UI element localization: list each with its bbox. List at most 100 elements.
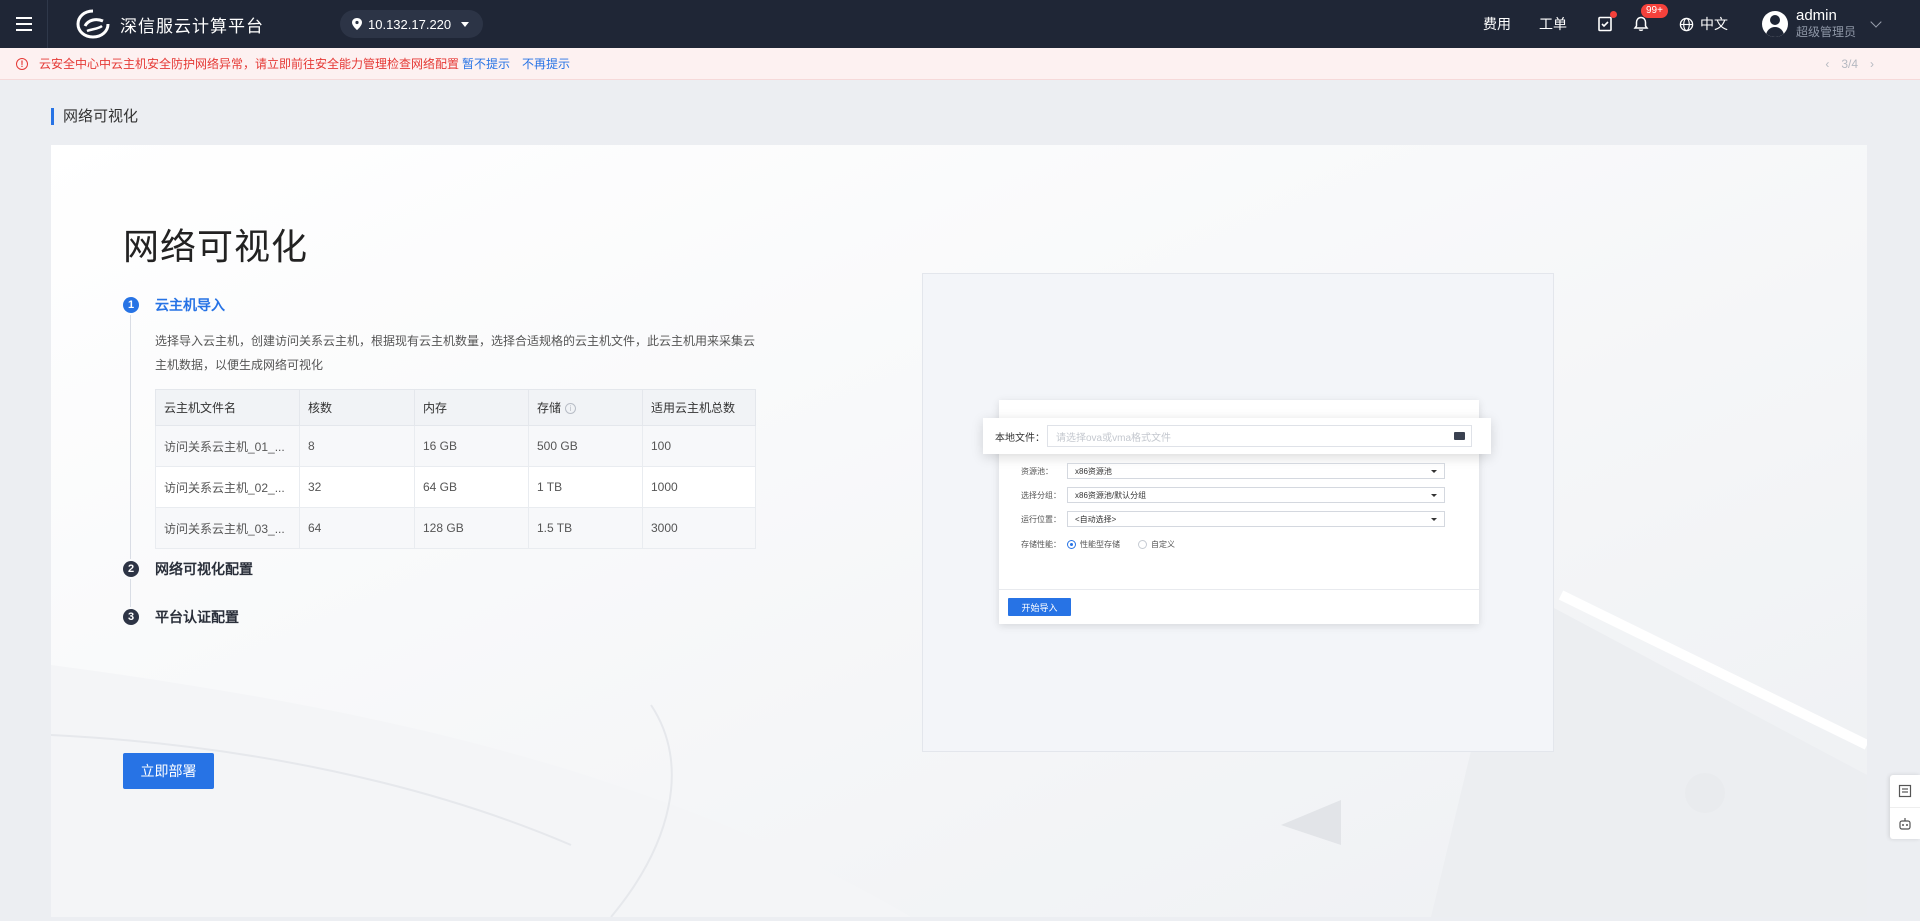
chevron-right-icon[interactable]: › [1870,57,1874,71]
main-card: 网络可视化 1 云主机导入 选择导入云主机，创建访问关系云主机，根据现有云主机数… [51,145,1867,917]
page-heading: 网络可视化 [51,108,138,125]
location-pin-icon [352,18,362,30]
robot-icon [1899,817,1911,830]
preview-file-placeholder: 请选择ova或vma格式文件 [1056,432,1172,444]
dismiss-forever-link[interactable]: 不再提示 [522,55,570,72]
cell: 访问关系云主机_02_... [155,466,300,508]
task-dot [1609,11,1617,18]
user-menu[interactable]: admin 超级管理员 [1761,7,1882,41]
cell: 访问关系云主机_01_... [155,425,300,467]
col-cores: 核数 [299,389,415,426]
user-role: 超级管理员 [1795,25,1856,39]
assistant-button[interactable] [1890,807,1920,839]
table-row: 访问关系云主机_03_... 64 128 GB 1.5 TB 3000 [155,507,756,549]
table-row: 访问关系云主机_02_... 32 64 GB 1 TB 1000 [155,466,756,508]
task-button[interactable] [1595,11,1617,34]
folder-icon [1454,432,1465,440]
step-1: 1 云主机导入 [123,295,743,315]
menu-toggle-button[interactable] [0,0,48,48]
cell: 1000 [642,466,756,508]
logo-icon [76,9,110,39]
globe-icon [1679,17,1694,31]
chevron-left-icon[interactable]: ‹ [1825,57,1829,71]
preview-radio-label: 自定义 [1151,540,1175,549]
preview-row-location: 运行位置： <自动选择> [1021,511,1445,527]
user-name: admin [1795,7,1837,24]
cell: 访问关系云主机_03_... [155,507,300,549]
alert-text: 云安全中心中云主机安全防护网络异常，请立即前往安全能力管理检查网络配置 [39,57,460,71]
table-header-row: 云主机文件名 核数 内存 存储 i 适用云主机总数 [155,389,756,426]
col-memory: 内存 [414,389,529,426]
step-3-title[interactable]: 平台认证配置 [155,607,239,627]
cell: 8 [299,425,415,467]
preview-select: x86资源池 [1067,463,1445,479]
ticket-link[interactable]: 工单 [1539,14,1567,34]
col-storage: 存储 i [528,389,643,426]
preview-row-group: 选择分组： x86资源池/默认分组 [1021,487,1445,503]
step-2-number: 2 [123,561,139,577]
warning-icon: ! [16,57,28,70]
preview-select: x86资源池/默认分组 [1067,487,1445,503]
logo[interactable]: 深信服云计算平台 [76,9,264,39]
preview-row-pool: 资源池： x86资源池 [1021,463,1445,479]
preview-row-label: 选择分组： [1021,490,1061,500]
alert-page-count: 3/4 [1841,56,1858,71]
host-ip: 10.132.17.220 [368,16,452,32]
col-file-name: 云主机文件名 [155,389,300,426]
step-2-title[interactable]: 网络可视化配置 [155,559,253,579]
doc-button[interactable] [1890,775,1920,807]
preview-file-label: 本地文件： [995,432,1045,444]
step-2: 2 网络可视化配置 [123,559,743,579]
caret-down-icon [461,21,470,27]
info-icon[interactable]: i [565,403,577,415]
col-vm-total: 适用云主机总数 [642,389,756,426]
notification-button[interactable]: 99+ [1631,4,1668,34]
dismiss-once-link[interactable]: 暂不提示 [462,55,510,72]
table-row: 访问关系云主机_01_... 8 16 GB 500 GB 100 [155,425,756,467]
preview-file-input: 请选择ova或vma格式文件 [1047,425,1472,447]
preview-radio-performance: 性能型存储 [1067,539,1120,550]
cell: 1.5 TB [528,507,643,549]
fee-link[interactable]: 费用 [1483,14,1511,34]
cell: 64 GB [414,466,529,508]
step-1-description: 选择导入云主机，创建访问关系云主机，根据现有云主机数量，选择合适规格的云主机文件… [155,334,756,372]
cell: 64 [299,507,415,549]
preview-radio-label: 性能型存储 [1080,540,1120,549]
alert-banner: ! 云安全中心中云主机安全防护网络异常，请立即前往安全能力管理检查网络配置 暂不… [0,48,1920,80]
preview-row-label: 运行位置： [1021,514,1061,524]
bell-icon [1633,16,1649,32]
page-title: 网络可视化 [123,226,309,267]
notification-badge: 99+ [1640,4,1668,18]
avatar [1761,11,1788,37]
step-1-title[interactable]: 云主机导入 [155,295,225,315]
document-icon [1898,784,1912,798]
host-selector[interactable]: 10.132.17.220 [340,10,484,38]
language-switch[interactable]: 中文 [1679,14,1728,34]
vm-file-table: 云主机文件名 核数 内存 存储 i 适用云主机总数 访问关系云主机_01_... … [155,389,756,549]
deploy-now-button[interactable]: 立即部署 [123,753,214,789]
cell: 1 TB [528,466,643,508]
language-label: 中文 [1699,16,1728,32]
alert-pager: ‹ 3/4 › [1819,57,1880,71]
preview-select: <自动选择> [1067,511,1445,527]
preview-divider [999,589,1479,590]
steps: 1 云主机导入 选择导入云主机，创建访问关系云主机，根据现有云主机数量，选择合适… [123,295,756,627]
preview-row-label: 资源池： [1021,466,1053,476]
floating-toolbar [1890,775,1920,839]
top-bar: 深信服云计算平台 10.132.17.220 费用 工单 99+ 中文 admi… [0,0,1920,48]
preview-start-import-button: 开始导入 [1008,598,1071,616]
cell: 16 GB [414,425,529,467]
cell: 32 [299,466,415,508]
preview-file-row: 本地文件： 请选择ova或vma格式文件 [983,418,1491,454]
preview-radio-custom: 自定义 [1138,539,1175,550]
step-1-number: 1 [123,297,139,313]
cell: 100 [642,425,756,467]
import-preview: 本地文件： 请选择ova或vma格式文件 资源池： x86资源池 选择分组： x… [922,273,1554,752]
preview-row-storage: 存储性能： 性能型存储 自定义 [1021,539,1193,550]
step-3-number: 3 [123,609,139,625]
hamburger-icon [15,15,32,33]
step-3: 3 平台认证配置 [123,607,743,627]
col-storage-label: 存储 [537,401,562,415]
brand-name: 深信服云计算平台 [120,16,264,36]
preview-row-label: 存储性能： [1021,540,1061,549]
